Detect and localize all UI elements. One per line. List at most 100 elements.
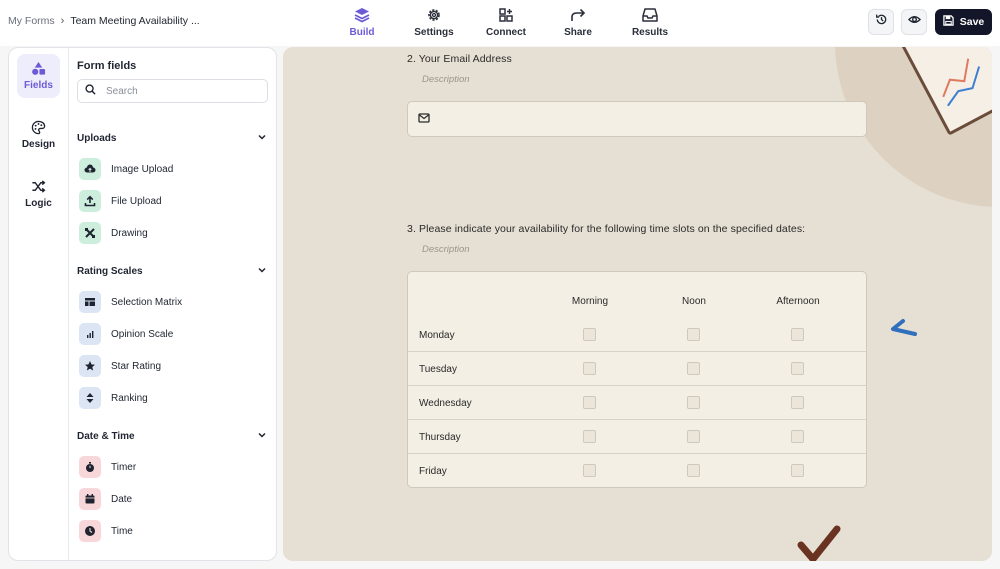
- search-input[interactable]: [106, 85, 256, 97]
- field-image-upload[interactable]: Image Upload: [79, 157, 265, 181]
- question-3-description[interactable]: Description: [422, 244, 470, 255]
- section-uploads[interactable]: Uploads: [77, 132, 267, 145]
- field-label: Star Rating: [111, 360, 162, 372]
- field-drawing[interactable]: Drawing: [79, 221, 265, 245]
- question-3-label[interactable]: 3. Please indicate your availability for…: [407, 223, 805, 235]
- upload-icon: [79, 190, 101, 212]
- checkbox-wednesday-noon[interactable]: [687, 396, 700, 409]
- rail-logic[interactable]: Logic: [17, 172, 60, 216]
- connect-icon: [497, 6, 515, 24]
- calendar-icon: [79, 488, 101, 510]
- checkbox-wednesday-afternoon[interactable]: [791, 396, 804, 409]
- checkbox-friday-afternoon[interactable]: [791, 464, 804, 477]
- checkbox-thursday-afternoon[interactable]: [791, 430, 804, 443]
- chevron-down-icon: [257, 132, 267, 145]
- save-button[interactable]: Save: [935, 9, 992, 35]
- mail-icon: [418, 110, 430, 128]
- checkbox-wednesday-morning[interactable]: [583, 396, 596, 409]
- field-time[interactable]: Time: [79, 519, 265, 543]
- tab-share-label: Share: [564, 27, 592, 38]
- matrix-row-label: Tuesday: [419, 364, 457, 375]
- shapes-icon: [31, 60, 47, 76]
- section-date-time[interactable]: Date & Time: [77, 430, 267, 443]
- section-rating-scales[interactable]: Rating Scales: [77, 265, 267, 278]
- checkbox-monday-afternoon[interactable]: [791, 328, 804, 341]
- search-icon: [85, 82, 96, 100]
- rail-design[interactable]: Design: [17, 113, 60, 157]
- breadcrumb-my-forms[interactable]: My Forms: [8, 15, 55, 27]
- field-opinion-scale[interactable]: Opinion Scale: [79, 322, 265, 346]
- matrix-row-wednesday: Wednesday: [408, 386, 866, 420]
- tab-share[interactable]: Share: [542, 0, 614, 46]
- form-fields-title: Form fields: [77, 60, 137, 72]
- sidebar-rail: Fields Design Logic: [9, 48, 69, 560]
- save-button-label: Save: [959, 16, 985, 28]
- checkbox-thursday-noon[interactable]: [687, 430, 700, 443]
- floppy-disk-icon: [943, 15, 954, 29]
- question-2-label[interactable]: 2. Your Email Address: [407, 53, 512, 65]
- field-selection-matrix[interactable]: Selection Matrix: [79, 290, 265, 314]
- checkbox-monday-morning[interactable]: [583, 328, 596, 341]
- history-button[interactable]: [868, 9, 894, 35]
- email-input[interactable]: [407, 101, 867, 137]
- tab-connect[interactable]: Connect: [470, 0, 542, 46]
- question-2-description[interactable]: Description: [422, 74, 470, 85]
- form-canvas: 2. Your Email Address Description 3. Ple…: [283, 47, 992, 561]
- field-file-upload[interactable]: File Upload: [79, 189, 265, 213]
- checkbox-friday-noon[interactable]: [687, 464, 700, 477]
- checkbox-tuesday-afternoon[interactable]: [791, 362, 804, 375]
- sort-icon: [79, 387, 101, 409]
- layers-icon: [353, 6, 371, 24]
- field-label: Opinion Scale: [111, 328, 174, 340]
- inbox-icon: [641, 6, 659, 24]
- matrix-row-monday: Monday: [408, 318, 866, 352]
- field-label: Selection Matrix: [111, 296, 183, 308]
- matrix-row-tuesday: Tuesday: [408, 352, 866, 386]
- matrix-row-label: Friday: [419, 466, 447, 477]
- decorative-blue-mark: [891, 319, 917, 336]
- decorative-checkmark: [797, 525, 841, 561]
- matrix-column-noon: Noon: [682, 296, 706, 307]
- field-label: Drawing: [111, 227, 148, 239]
- matrix-row-thursday: Thursday: [408, 420, 866, 454]
- chevron-down-icon: [257, 430, 267, 443]
- field-date[interactable]: Date: [79, 487, 265, 511]
- rail-logic-label: Logic: [25, 198, 52, 209]
- rail-design-label: Design: [21, 139, 56, 150]
- shuffle-icon: [31, 178, 47, 194]
- field-timer[interactable]: Timer: [79, 455, 265, 479]
- checkbox-friday-morning[interactable]: [583, 464, 596, 477]
- tab-results-label: Results: [631, 27, 669, 38]
- field-search: [77, 79, 268, 103]
- palette-icon: [31, 119, 47, 135]
- matrix-row-label: Thursday: [419, 432, 461, 443]
- tab-settings[interactable]: Settings: [398, 0, 470, 46]
- field-label: Time: [111, 525, 133, 537]
- form-fields-panel: Form fields Uploads Image Upload File Up…: [69, 48, 276, 560]
- field-label: Ranking: [111, 392, 148, 404]
- checkbox-tuesday-noon[interactable]: [687, 362, 700, 375]
- matrix-row-label: Wednesday: [419, 398, 472, 409]
- preview-button[interactable]: [901, 9, 927, 35]
- field-ranking[interactable]: Ranking: [79, 386, 265, 410]
- rail-fields[interactable]: Fields: [17, 54, 60, 98]
- rail-fields-label: Fields: [24, 80, 53, 91]
- tab-results[interactable]: Results: [614, 0, 686, 46]
- section-date-time-title: Date & Time: [77, 431, 135, 442]
- top-bar: My Forms › Team Meeting Availability ...…: [0, 0, 1000, 46]
- breadcrumb-form-title[interactable]: Team Meeting Availability ...: [70, 15, 199, 27]
- field-star-rating[interactable]: Star Rating: [79, 354, 265, 378]
- tab-build[interactable]: Build: [326, 0, 398, 46]
- matrix-column-morning: Morning: [571, 296, 609, 307]
- checkbox-thursday-morning[interactable]: [583, 430, 596, 443]
- checkbox-tuesday-morning[interactable]: [583, 362, 596, 375]
- field-label: Image Upload: [111, 163, 174, 175]
- main-nav: Build Settings Connect Share Results: [326, 0, 686, 46]
- share-arrow-icon: [569, 6, 587, 24]
- field-label: File Upload: [111, 195, 162, 207]
- field-label: Timer: [111, 461, 137, 473]
- stopwatch-icon: [79, 456, 101, 478]
- star-icon: [79, 355, 101, 377]
- checkbox-monday-noon[interactable]: [687, 328, 700, 341]
- section-rating-scales-title: Rating Scales: [77, 266, 143, 277]
